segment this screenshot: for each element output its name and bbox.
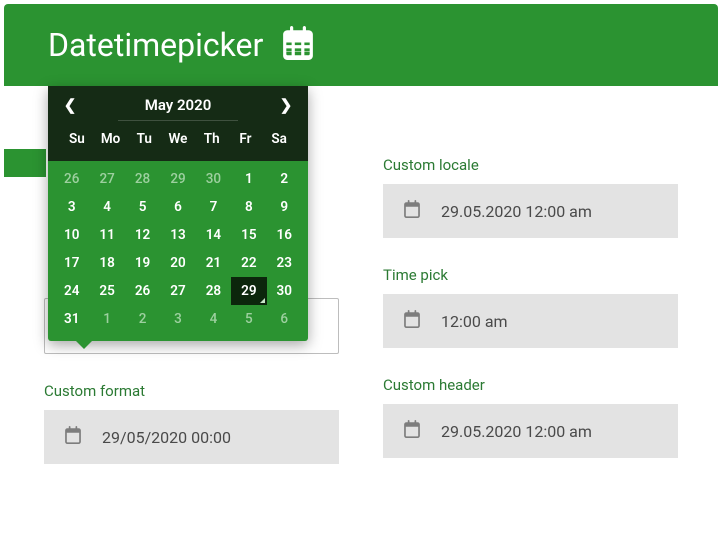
right-column: Custom locale 29.05.2020 12:00 am Time p…: [383, 156, 678, 492]
calendar-week: 17181920212223: [54, 249, 302, 277]
calendar-day[interactable]: 10: [54, 221, 89, 249]
calendar-week: 3456789: [54, 193, 302, 221]
dow-cell: We: [161, 131, 195, 147]
calendar-day[interactable]: 29: [160, 165, 195, 193]
calendar-icon: [403, 310, 421, 332]
sidebar-accent: [4, 149, 46, 177]
calendar-day[interactable]: 13: [160, 221, 195, 249]
calendar-week: 24252627282930: [54, 277, 302, 305]
calendar-day[interactable]: 6: [160, 193, 195, 221]
calendar-day[interactable]: 6: [267, 305, 302, 333]
calendar-day[interactable]: 27: [160, 277, 195, 305]
calendar-day[interactable]: 5: [125, 193, 160, 221]
calendar-day[interactable]: 1: [231, 165, 266, 193]
calendar-day[interactable]: 27: [89, 165, 124, 193]
calendar-day[interactable]: 30: [267, 277, 302, 305]
calendar-day[interactable]: 22: [231, 249, 266, 277]
calendar-day[interactable]: 3: [160, 305, 195, 333]
calendar-day[interactable]: 18: [89, 249, 124, 277]
calendar-day[interactable]: 2: [125, 305, 160, 333]
calendar-day[interactable]: 24: [54, 277, 89, 305]
calendar-day[interactable]: 12: [125, 221, 160, 249]
calendar-icon: [403, 420, 421, 442]
calendar-day[interactable]: 14: [196, 221, 231, 249]
time-pick-value: 12:00 am: [441, 312, 508, 331]
calendar-day[interactable]: 17: [54, 249, 89, 277]
calendar-day[interactable]: 4: [89, 193, 124, 221]
custom-locale-input[interactable]: 29.05.2020 12:00 am: [383, 184, 678, 238]
calendar-day[interactable]: 26: [54, 165, 89, 193]
dow-cell: Fr: [229, 131, 263, 147]
calendar-icon: [64, 426, 82, 448]
time-pick-label: Time pick: [383, 266, 678, 284]
page-title: Datetimepicker: [48, 26, 263, 64]
custom-locale-value: 29.05.2020 12:00 am: [441, 202, 592, 221]
custom-locale-label: Custom locale: [383, 156, 678, 174]
calendar-icon: [281, 26, 315, 64]
custom-header-value: 29.05.2020 12:00 am: [441, 422, 592, 441]
custom-format-value: 29/05/2020 00:00: [102, 428, 231, 447]
calendar-header: ❮ May 2020 ❯ SuMoTuWeThFrSa: [48, 86, 308, 161]
calendar-day[interactable]: 15: [231, 221, 266, 249]
calendar-popup: ❮ May 2020 ❯ SuMoTuWeThFrSa 262728293012…: [48, 86, 308, 341]
calendar-day[interactable]: 4: [196, 305, 231, 333]
calendar-day[interactable]: 28: [196, 277, 231, 305]
calendar-body: 2627282930123456789101112131415161718192…: [48, 161, 308, 341]
custom-format-input[interactable]: 29/05/2020 00:00: [44, 410, 339, 464]
custom-header-input[interactable]: 29.05.2020 12:00 am: [383, 404, 678, 458]
calendar-day[interactable]: 8: [231, 193, 266, 221]
calendar-week: 262728293012: [54, 165, 302, 193]
prev-month-button[interactable]: ❮: [60, 96, 80, 114]
calendar-day[interactable]: 23: [267, 249, 302, 277]
dow-cell: Th: [195, 131, 229, 147]
dow-cell: Su: [60, 131, 94, 147]
calendar-day[interactable]: 2: [267, 165, 302, 193]
calendar-day[interactable]: 28: [125, 165, 160, 193]
calendar-week: 31123456: [54, 305, 302, 333]
calendar-day[interactable]: 16: [267, 221, 302, 249]
calendar-day[interactable]: 30: [196, 165, 231, 193]
custom-format-label: Custom format: [44, 382, 339, 400]
dow-cell: Sa: [262, 131, 296, 147]
calendar-day[interactable]: 7: [196, 193, 231, 221]
custom-header-label: Custom header: [383, 376, 678, 394]
page-header: Datetimepicker: [4, 4, 718, 86]
calendar-day[interactable]: 1: [89, 305, 124, 333]
dow-row: SuMoTuWeThFrSa: [60, 127, 296, 155]
calendar-day[interactable]: 21: [196, 249, 231, 277]
calendar-day[interactable]: 5: [231, 305, 266, 333]
calendar-day[interactable]: 20: [160, 249, 195, 277]
calendar-week: 10111213141516: [54, 221, 302, 249]
calendar-icon: [403, 200, 421, 222]
dow-cell: Tu: [127, 131, 161, 147]
calendar-day[interactable]: 9: [267, 193, 302, 221]
time-pick-input[interactable]: 12:00 am: [383, 294, 678, 348]
calendar-day[interactable]: 19: [125, 249, 160, 277]
calendar-day[interactable]: 29: [231, 277, 266, 305]
calendar-day[interactable]: 3: [54, 193, 89, 221]
dow-cell: Mo: [94, 131, 128, 147]
next-month-button[interactable]: ❯: [276, 96, 296, 114]
calendar-day[interactable]: 25: [89, 277, 124, 305]
calendar-day[interactable]: 26: [125, 277, 160, 305]
calendar-day[interactable]: 11: [89, 221, 124, 249]
calendar-title[interactable]: May 2020: [145, 96, 212, 114]
calendar-day[interactable]: 31: [54, 305, 89, 333]
